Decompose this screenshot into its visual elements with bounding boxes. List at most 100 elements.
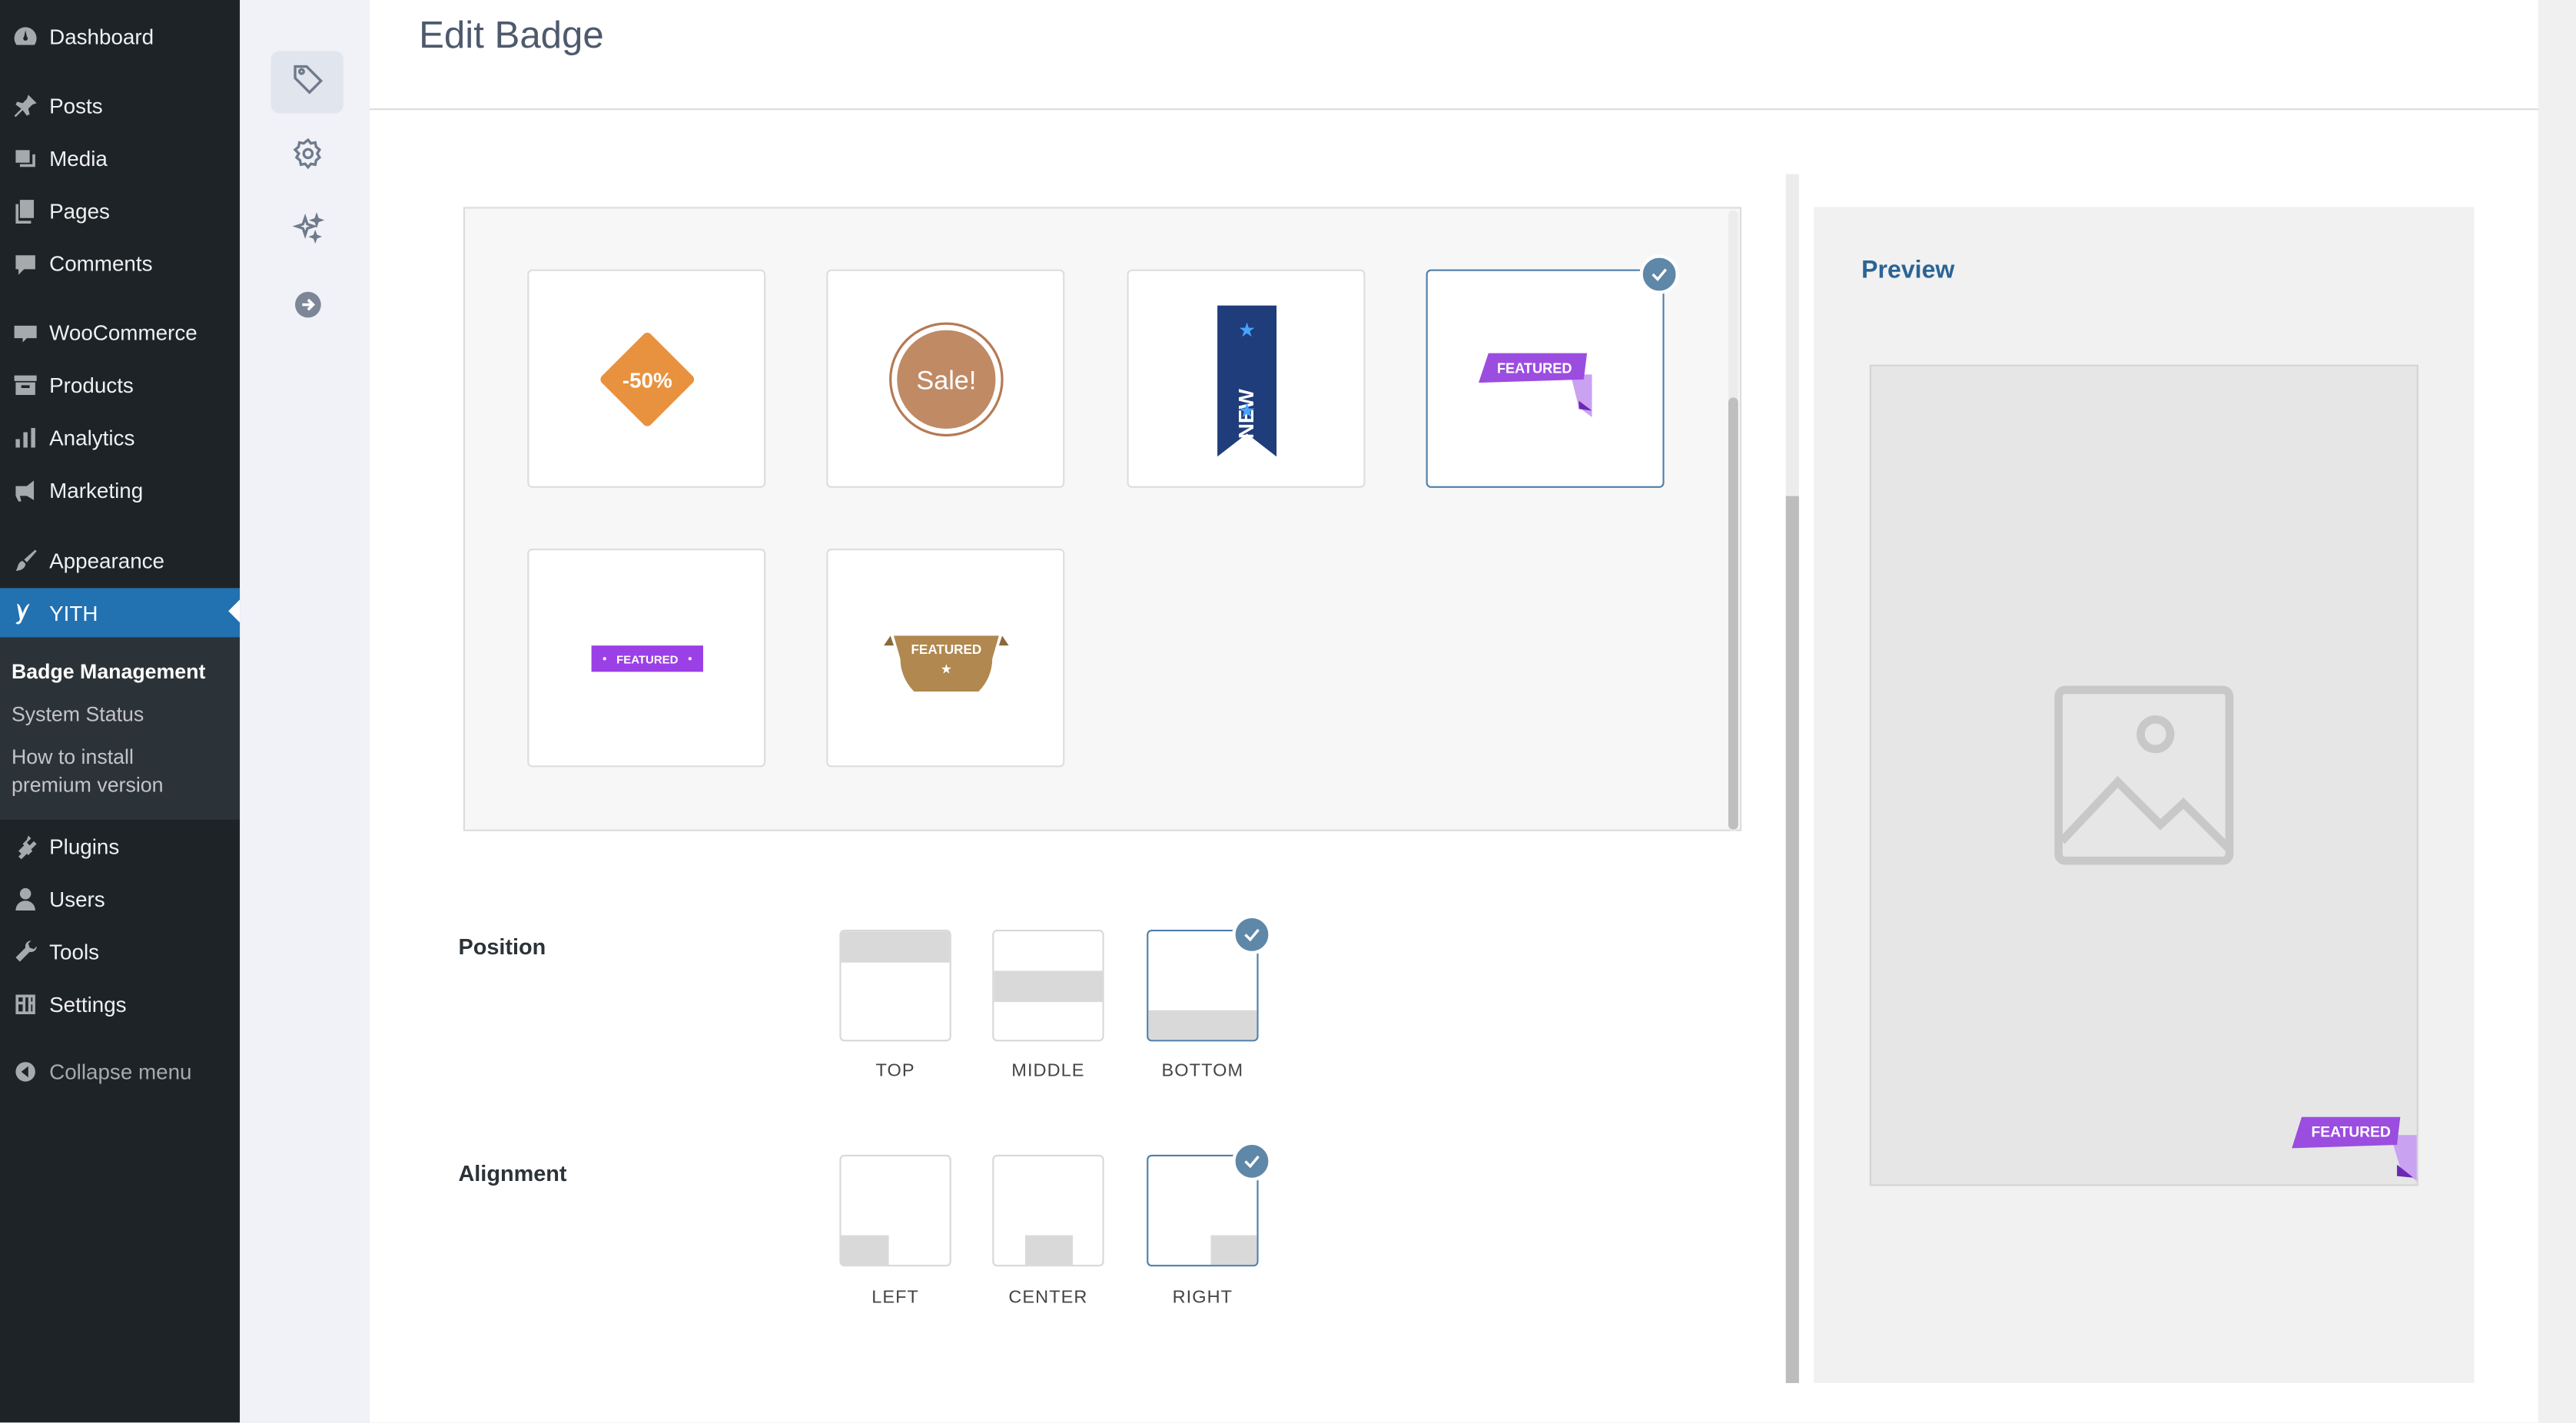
menu-tools[interactable]: Tools [0, 928, 240, 974]
new-ribbon-badge: NEW ★ ★ [1217, 304, 1276, 456]
alignment-label: Alignment [458, 1161, 567, 1186]
menu-analytics[interactable]: Analytics [0, 414, 240, 460]
svg-text:-50%: -50% [622, 367, 672, 391]
badge-option-featured-bar[interactable]: FEATURED [527, 549, 766, 768]
menu-yith[interactable]: YITH [0, 588, 241, 638]
svg-text:★: ★ [1237, 400, 1255, 421]
menu-plugins[interactable]: Plugins [0, 823, 240, 869]
gallery-scrollbar-thumb[interactable] [1728, 397, 1738, 830]
menu-label: Comments [49, 250, 153, 276]
media-icon [0, 144, 49, 171]
comment-icon [0, 249, 49, 277]
brush-icon [0, 546, 49, 574]
page-scrollbar-thumb[interactable] [1785, 496, 1799, 1384]
admin-sidebar: Dashboard Posts Media Pages Comments Woo… [0, 0, 241, 1423]
featured-tag-badge: FEATURED [1477, 352, 1592, 416]
badge-option-featured-tag[interactable]: FEATURED [1426, 269, 1665, 488]
badge-option-new[interactable]: NEW ★ ★ [1127, 269, 1366, 488]
header-divider [370, 108, 2538, 111]
sparkles-icon [290, 212, 324, 255]
alignment-left-label: LEFT [871, 1288, 919, 1308]
collapse-menu-button[interactable]: Collapse menu [0, 1048, 240, 1094]
yith-icon [0, 599, 49, 626]
menu-media[interactable]: Media [0, 134, 240, 181]
menu-comments[interactable]: Comments [0, 240, 240, 286]
rail-features-button[interactable] [271, 202, 344, 264]
plugin-icon [0, 832, 49, 860]
user-icon [0, 884, 49, 912]
woo-icon [0, 318, 49, 346]
alignment-left-option[interactable] [839, 1154, 951, 1267]
alignment-center-option[interactable] [992, 1154, 1104, 1267]
selected-check-icon [1232, 1141, 1272, 1182]
rail-next-button[interactable] [271, 277, 344, 340]
position-top-label: TOP [875, 1061, 915, 1081]
menu-label: Plugins [49, 833, 120, 859]
alignment-bar [1024, 1235, 1073, 1265]
menu-products[interactable]: Products [0, 361, 240, 407]
featured-bar-badge: FEATURED [590, 645, 702, 672]
submenu-badge-management[interactable]: Badge Management [12, 658, 205, 686]
menu-label: Media [49, 145, 108, 171]
settings-icon [0, 990, 49, 1017]
right-gutter [2538, 0, 2576, 1423]
discount-diamond-badge: -50% [599, 331, 694, 426]
tag-icon [290, 61, 324, 104]
arrow-right-circle-icon [290, 287, 324, 330]
submenu-how-to-install[interactable]: How to install [12, 744, 134, 771]
alignment-bar [1210, 1235, 1257, 1265]
gear-icon [290, 136, 324, 179]
position-bar [841, 931, 950, 963]
badge-option-discount[interactable]: -50% [527, 269, 766, 488]
svg-text:★: ★ [1237, 319, 1255, 340]
menu-pages[interactable]: Pages [0, 187, 240, 234]
preview-title: Preview [1861, 256, 1955, 284]
rail-settings-button[interactable] [271, 127, 344, 189]
menu-label: Marketing [49, 477, 144, 503]
dashboard-icon [0, 22, 49, 50]
alignment-right-label: RIGHT [1172, 1288, 1233, 1308]
menu-label: Pages [49, 197, 110, 223]
rail-badges-button[interactable] [271, 51, 344, 114]
menu-label: WooCommerce [49, 319, 198, 344]
menu-label: YITH [49, 600, 98, 625]
menu-label: Dashboard [49, 23, 154, 49]
submenu-system-status[interactable]: System Status [12, 702, 144, 729]
page-title: Edit Badge [419, 13, 604, 56]
menu-posts[interactable]: Posts [0, 82, 240, 128]
sale-circle-badge: Sale! [888, 321, 1003, 436]
featured-ribbon-badge: FEATURED ★ [883, 635, 1008, 691]
menu-users[interactable]: Users [0, 875, 240, 921]
submenu-premium-version[interactable]: premium version [12, 772, 164, 800]
svg-text:FEATURED: FEATURED [1496, 360, 1572, 375]
position-top-option[interactable] [839, 929, 951, 1042]
pin-icon [0, 91, 49, 119]
menu-appearance[interactable]: Appearance [0, 537, 240, 583]
menu-settings[interactable]: Settings [0, 980, 240, 1027]
menu-label: Settings [49, 991, 127, 1017]
position-label: Position [458, 934, 546, 960]
menu-label: Posts [49, 92, 103, 118]
menu-label: Analytics [49, 424, 135, 449]
menu-woocommerce[interactable]: WooCommerce [0, 309, 240, 355]
position-bar [994, 970, 1103, 1003]
archive-icon [0, 370, 49, 398]
selected-check-icon [1232, 914, 1272, 955]
position-bar [1148, 1010, 1257, 1040]
menu-dashboard[interactable]: Dashboard [0, 13, 240, 59]
selected-check-icon [1639, 254, 1679, 294]
svg-text:FEATURED: FEATURED [2312, 1124, 2391, 1140]
menu-label: Products [49, 372, 134, 397]
plugin-nav-rail [240, 0, 370, 1423]
image-placeholder-icon [2054, 685, 2234, 865]
position-middle-option[interactable] [992, 929, 1104, 1042]
preview-product-image: FEATURED [1869, 364, 2418, 1186]
menu-marketing[interactable]: Marketing [0, 466, 240, 512]
bar-chart-icon [0, 423, 49, 450]
svg-text:FEATURED: FEATURED [910, 642, 981, 656]
badge-option-sale[interactable]: Sale! [826, 269, 1065, 488]
yith-submenu: Badge Management System Status How to in… [0, 637, 241, 820]
wrench-icon [0, 937, 49, 965]
badge-option-featured-ribbon[interactable]: FEATURED ★ [826, 549, 1065, 768]
alignment-center-label: CENTER [1008, 1288, 1088, 1308]
